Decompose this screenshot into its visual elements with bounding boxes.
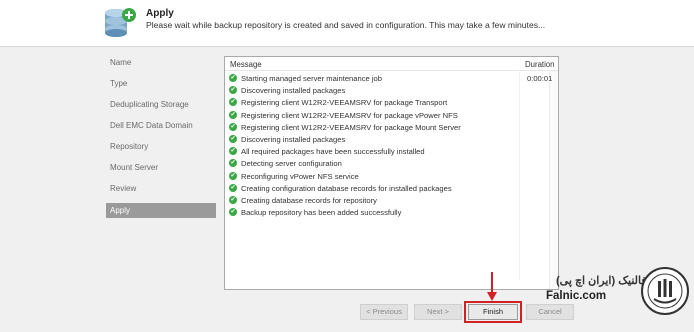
log-row[interactable]: ✔ Registering client W12R2-VEEAMSRV for p… bbox=[229, 122, 551, 134]
falnic-logo-icon bbox=[641, 267, 689, 315]
success-check-icon: ✔ bbox=[229, 208, 237, 217]
step-name[interactable]: Name bbox=[106, 52, 216, 73]
next-button[interactable]: Next > bbox=[414, 304, 462, 320]
log-row[interactable]: ✔ Creating database records for repositor… bbox=[229, 195, 551, 207]
log-row[interactable]: ✔ Reconfiguring vPower NFS service bbox=[229, 171, 551, 183]
log-row[interactable]: ✔ Registering client W12R2-VEEAMSRV for p… bbox=[229, 110, 551, 122]
wizard-steps: Name Type Deduplicating Storage Dell EMC… bbox=[106, 52, 216, 218]
arrow-down-icon bbox=[487, 272, 497, 301]
database-add-icon bbox=[105, 8, 136, 37]
success-check-icon: ✔ bbox=[229, 183, 237, 192]
log-row[interactable]: ✔ All required packages have been success… bbox=[229, 146, 551, 158]
page-title: Apply bbox=[146, 8, 174, 19]
cancel-button[interactable]: Cancel bbox=[526, 304, 574, 320]
log-message: Creating database records for repository bbox=[241, 195, 377, 205]
step-type[interactable]: Type bbox=[106, 73, 216, 94]
log-message: Discovering installed packages bbox=[241, 134, 346, 144]
success-check-icon: ✔ bbox=[229, 134, 237, 143]
log-message: Detecting server configuration bbox=[241, 159, 342, 169]
previous-button[interactable]: < Previous bbox=[360, 304, 408, 320]
success-check-icon: ✔ bbox=[229, 86, 237, 95]
success-check-icon: ✔ bbox=[229, 122, 237, 131]
log-message: All required packages have been successf… bbox=[241, 147, 425, 157]
log-message: Discovering installed packages bbox=[241, 86, 346, 96]
log-duration: 0:00:01 bbox=[527, 74, 553, 83]
success-check-icon: ✔ bbox=[229, 110, 237, 119]
duration-column-header[interactable]: Duration bbox=[525, 60, 554, 69]
step-mount-server[interactable]: Mount Server bbox=[106, 157, 216, 178]
success-check-icon: ✔ bbox=[229, 98, 237, 107]
log-row[interactable]: ✔ Discovering installed packages bbox=[229, 85, 551, 97]
wizard-header: Apply Please wait while backup repositor… bbox=[0, 0, 694, 47]
log-row[interactable]: ✔ Starting managed server maintenance job… bbox=[229, 73, 553, 85]
log-panel: Message Duration ✔ Starting managed serve… bbox=[224, 56, 559, 290]
brand-persian-text: فالنیک (ایران اچ پی) bbox=[556, 275, 647, 287]
log-message: Registering client W12R2-VEEAMSRV for pa… bbox=[241, 110, 458, 120]
log-message: Backup repository has been added success… bbox=[241, 208, 402, 218]
success-check-icon: ✔ bbox=[229, 147, 237, 156]
brand-english-text: Falnic.com bbox=[546, 290, 607, 302]
log-row[interactable]: ✔ Detecting server configuration bbox=[229, 158, 551, 170]
log-message: Starting managed server maintenance job bbox=[241, 74, 382, 83]
step-review[interactable]: Review bbox=[106, 178, 216, 199]
success-check-icon: ✔ bbox=[229, 159, 237, 168]
log-row[interactable]: ✔ Backup repository has been added succes… bbox=[229, 207, 551, 219]
step-deduplicating-storage[interactable]: Deduplicating Storage bbox=[106, 94, 216, 115]
success-check-icon: ✔ bbox=[229, 195, 237, 204]
log-message: Registering client W12R2-VEEAMSRV for pa… bbox=[241, 122, 461, 132]
step-dell-emc-data-domain[interactable]: Dell EMC Data Domain bbox=[106, 115, 216, 136]
log-message: Creating configuration database records … bbox=[241, 183, 452, 193]
log-message: Registering client W12R2-VEEAMSRV for pa… bbox=[241, 98, 448, 108]
page-description: Please wait while backup repository is c… bbox=[146, 20, 546, 30]
log-row[interactable]: ✔ Discovering installed packages bbox=[229, 134, 551, 146]
log-row[interactable]: ✔ Creating configuration database records… bbox=[229, 183, 551, 195]
success-check-icon: ✔ bbox=[229, 171, 237, 180]
finish-highlight-box bbox=[464, 301, 522, 323]
step-apply[interactable]: Apply bbox=[106, 203, 216, 218]
success-check-icon: ✔ bbox=[229, 74, 237, 82]
message-column-header[interactable]: Message bbox=[230, 60, 262, 69]
log-message: Reconfiguring vPower NFS service bbox=[241, 171, 359, 181]
log-list: ✔ Starting managed server maintenance job… bbox=[229, 73, 553, 219]
header-divider bbox=[225, 70, 558, 71]
step-repository[interactable]: Repository bbox=[106, 136, 216, 157]
log-row[interactable]: ✔ Registering client W12R2-VEEAMSRV for p… bbox=[229, 97, 551, 109]
